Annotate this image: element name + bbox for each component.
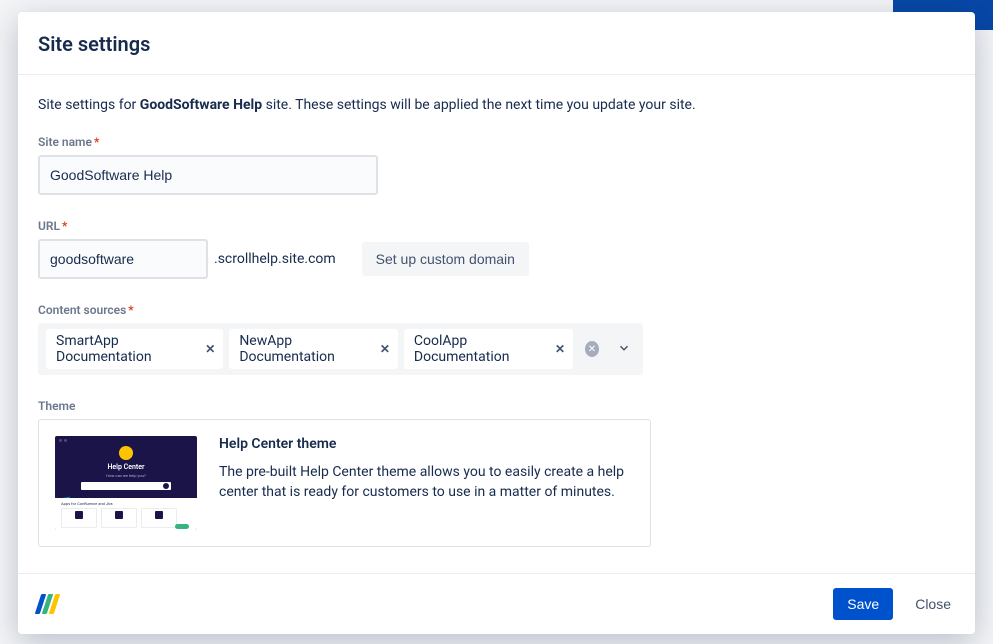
clear-all-icon[interactable]: ✕ [585, 341, 599, 357]
chevron-down-icon[interactable] [613, 340, 635, 359]
url-label: URL* [38, 219, 955, 233]
modal-header: Site settings [18, 12, 975, 75]
content-sources-select[interactable]: SmartApp Documentation ✕ NewApp Document… [38, 323, 643, 375]
tag-remove-icon[interactable]: ✕ [378, 341, 392, 357]
content-sources-label: Content sources* [38, 303, 955, 317]
url-input[interactable] [38, 239, 208, 279]
modal-body: Site settings for GoodSoftware Help site… [18, 75, 975, 573]
site-name-field: Site name* [38, 135, 955, 195]
brand-logo-icon [38, 594, 57, 614]
site-settings-modal: Site settings Site settings for GoodSoft… [18, 12, 975, 634]
site-name-label: Site name* [38, 135, 955, 149]
tag-remove-icon[interactable]: ✕ [203, 341, 217, 357]
close-button[interactable]: Close [911, 588, 955, 620]
tag-item: CoolApp Documentation ✕ [404, 329, 573, 369]
content-sources-field: Content sources* SmartApp Documentation … [38, 303, 955, 375]
tag-item: SmartApp Documentation ✕ [46, 329, 223, 369]
intro-text: Site settings for GoodSoftware Help site… [38, 97, 955, 113]
theme-preview-image: Help Center How can we help you? Apps fo… [55, 436, 197, 530]
site-name-input[interactable] [38, 155, 378, 195]
url-field: URL* .scrollhelp.site.com Set up custom … [38, 219, 955, 279]
theme-description: The pre-built Help Center theme allows y… [219, 462, 634, 503]
theme-card[interactable]: Help Center How can we help you? Apps fo… [38, 419, 651, 547]
theme-name: Help Center theme [219, 436, 634, 452]
tag-item: NewApp Documentation ✕ [229, 329, 398, 369]
theme-label: Theme [38, 399, 955, 413]
modal-title: Site settings [38, 32, 955, 56]
custom-domain-button[interactable]: Set up custom domain [362, 242, 529, 276]
save-button[interactable]: Save [833, 588, 893, 620]
tag-remove-icon[interactable]: ✕ [553, 341, 567, 357]
url-suffix: .scrollhelp.site.com [214, 251, 336, 267]
modal-footer: Save Close [18, 573, 975, 634]
theme-field: Theme Help Center How can we help you? [38, 399, 955, 547]
